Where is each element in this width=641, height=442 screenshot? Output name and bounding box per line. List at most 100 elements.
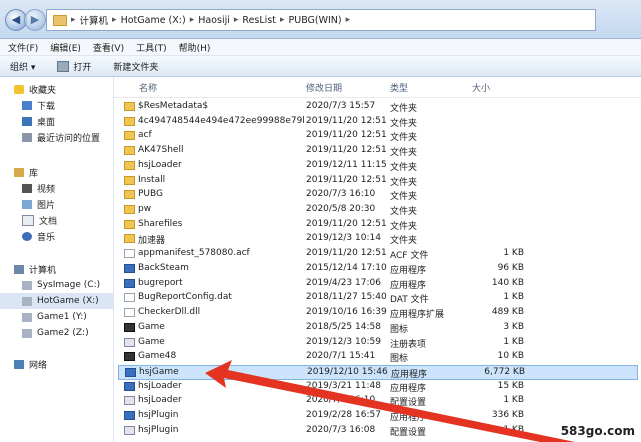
- folder-icon: [124, 205, 135, 215]
- new-folder-button[interactable]: 新建文件夹: [113, 60, 158, 73]
- drive-icon: [22, 328, 32, 338]
- breadcrumb-pubg[interactable]: PUBG(WIN): [289, 15, 342, 26]
- file-row[interactable]: CheckerDll.dll 2019/10/16 16:39 应用程序扩展 489 …: [118, 306, 638, 321]
- ico-icon: [124, 322, 135, 332]
- file-size: 489 KB: [491, 307, 524, 318]
- breadcrumb-computer[interactable]: 计算机: [80, 13, 109, 27]
- file-row[interactable]: hsjLoader 2019/12/11 11:15 文件夹: [118, 159, 638, 174]
- file-row[interactable]: Install 2019/11/20 12:51 文件夹: [118, 174, 638, 189]
- file-row[interactable]: Game 2019/12/3 10:59 注册表项 1 KB: [118, 336, 638, 351]
- file-name: pw: [138, 204, 152, 215]
- command-bar: 组织 ▾ 打开 新建文件夹: [0, 56, 641, 77]
- organize-button[interactable]: 组织 ▾: [10, 60, 35, 73]
- drive-icon: [22, 296, 32, 306]
- file-row[interactable]: hsjGame 2019/12/10 15:46 应用程序 6,772 KB: [118, 364, 638, 380]
- file-date: 2019/3/21 11:48: [306, 380, 381, 391]
- file-size: 1 KB: [503, 336, 524, 347]
- menu-help[interactable]: 帮助(H): [179, 41, 211, 54]
- file-row[interactable]: AK47Shell 2019/11/20 12:51 文件夹: [118, 144, 638, 159]
- file-type: 文件夹: [390, 118, 418, 129]
- watermark: 583go.com: [560, 424, 635, 438]
- column-header-name[interactable]: 名称: [139, 77, 157, 97]
- file-name: BackSteam: [138, 262, 189, 273]
- file-size: 336 KB: [491, 410, 524, 421]
- file-name: Game48: [138, 351, 177, 362]
- desktop-icon: [22, 116, 32, 126]
- app-icon: [124, 278, 135, 288]
- folder-icon: [124, 102, 135, 111]
- file-row[interactable]: 4c494748544e494e472ee99988e79bb4 2019/11/…: [118, 115, 638, 130]
- file-name: BugReportConfig.dat: [138, 292, 232, 303]
- file-size: 1 KB: [503, 248, 524, 259]
- file-row[interactable]: Sharefiles 2019/11/20 12:51 文件夹: [118, 218, 638, 233]
- file-date: 2019/11/20 12:51: [306, 248, 387, 259]
- menu-tools[interactable]: 工具(T): [136, 41, 167, 54]
- column-header-date[interactable]: 修改日期: [306, 77, 342, 97]
- recent-places-icon: [22, 132, 32, 142]
- file-row[interactable]: BackSteam 2015/12/14 17:10 应用程序 96 KB: [118, 262, 638, 277]
- file-row[interactable]: PUBG 2020/7/3 16:10 文件夹: [118, 188, 638, 203]
- file-row[interactable]: $ResMetadata$ 2020/7/3 15:57 文件夹: [118, 100, 638, 115]
- sidebar-drive-x[interactable]: HotGame (X:): [0, 293, 113, 309]
- forward-button[interactable]: ▶: [24, 9, 46, 31]
- sidebar-favorites[interactable]: 收藏夹: [14, 81, 126, 97]
- file-row[interactable]: appmanifest_578080.acf 2019/11/20 12:51 AC…: [118, 247, 638, 262]
- file-name: Install: [138, 174, 166, 185]
- file-date: 2020/7/3 16:10: [306, 189, 376, 200]
- column-header-size[interactable]: 大小: [472, 77, 490, 97]
- file-row[interactable]: BugReportConfig.dat 2018/11/27 15:40 DAT 文…: [118, 291, 638, 306]
- file-type: 文件夹: [390, 133, 418, 144]
- file-name: Game: [138, 336, 165, 347]
- menu-view[interactable]: 查看(V): [93, 41, 124, 54]
- file-row[interactable]: hsjLoader 2020/7/3 16:10 配置设置 1 KB: [118, 394, 638, 409]
- file-date: 2019/12/10 15:46: [307, 366, 388, 377]
- sidebar-libraries[interactable]: 库: [14, 164, 126, 180]
- file-row[interactable]: hsjPlugin 2019/2/28 16:57 应用程序 336 KB: [118, 409, 638, 424]
- menu-edit[interactable]: 编辑(E): [50, 41, 81, 54]
- file-row[interactable]: pw 2020/5/8 20:30 文件夹: [118, 203, 638, 218]
- file-date: 2018/11/27 15:40: [306, 292, 387, 303]
- file-date: 2020/7/3 16:10: [306, 395, 376, 406]
- file-name: $ResMetadata$: [138, 101, 209, 111]
- open-button[interactable]: 打开: [57, 60, 91, 73]
- file-size: 15 KB: [497, 380, 524, 391]
- file-name: hsjLoader: [138, 159, 182, 170]
- file-size: 6,772 KB: [484, 366, 525, 377]
- file-date: 2019/2/28 16:57: [306, 410, 381, 421]
- breadcrumb-reslist[interactable]: ResList: [242, 15, 276, 26]
- file-type: 文件夹: [390, 192, 418, 203]
- music-icon: [22, 231, 32, 241]
- file-size: 10 KB: [497, 351, 524, 362]
- file-size: 96 KB: [497, 262, 524, 273]
- file-size: 1 KB: [503, 424, 524, 435]
- folder-icon: [124, 131, 135, 141]
- file-row[interactable]: acf 2019/11/20 12:51 文件夹: [118, 129, 638, 144]
- star-icon: [14, 84, 24, 94]
- open-icon: [57, 60, 70, 72]
- documents-icon: [22, 214, 34, 226]
- column-header-type[interactable]: 类型: [390, 77, 408, 97]
- file-row[interactable]: bugreport 2019/4/23 17:06 应用程序 140 KB: [118, 277, 638, 292]
- sidebar-network[interactable]: 网络: [14, 356, 126, 372]
- file-date: 2015/12/14 17:10: [306, 262, 387, 273]
- file-date: 2018/5/25 14:58: [306, 321, 381, 332]
- file-name: AK47Shell: [138, 145, 184, 156]
- file-row[interactable]: hsjLoader 2019/3/21 11:48 应用程序 15 KB: [118, 380, 638, 395]
- computer-icon: [14, 264, 24, 274]
- address-bar[interactable]: ▸ 计算机 ▸ HotGame (X:) ▸ Haosiji ▸ ResList…: [46, 9, 596, 31]
- menu-file[interactable]: 文件(F): [8, 41, 38, 54]
- breadcrumb-hotgame[interactable]: HotGame (X:): [121, 15, 186, 26]
- video-icon: [22, 183, 32, 193]
- file-size: 3 KB: [503, 321, 524, 332]
- file-row[interactable]: Game 2018/5/25 14:58 图标 3 KB: [118, 321, 638, 336]
- file-name: hsjLoader: [138, 380, 182, 391]
- header-divider: [114, 97, 641, 98]
- breadcrumb-haosiji[interactable]: Haosiji: [198, 15, 230, 26]
- library-icon: [14, 167, 24, 177]
- file-row[interactable]: 加速器 2019/12/3 10:14 文件夹: [118, 232, 638, 247]
- sidebar-computer[interactable]: 计算机: [14, 261, 126, 277]
- file-icon: [124, 308, 135, 318]
- title-bar: ◀ ▶ ▸ 计算机 ▸ HotGame (X:) ▸ Haosiji ▸ Res…: [0, 0, 641, 39]
- menu-bar: 文件(F) 编辑(E) 查看(V) 工具(T) 帮助(H): [0, 39, 641, 56]
- file-row[interactable]: Game48 2020/7/1 15:41 图标 10 KB: [118, 350, 638, 365]
